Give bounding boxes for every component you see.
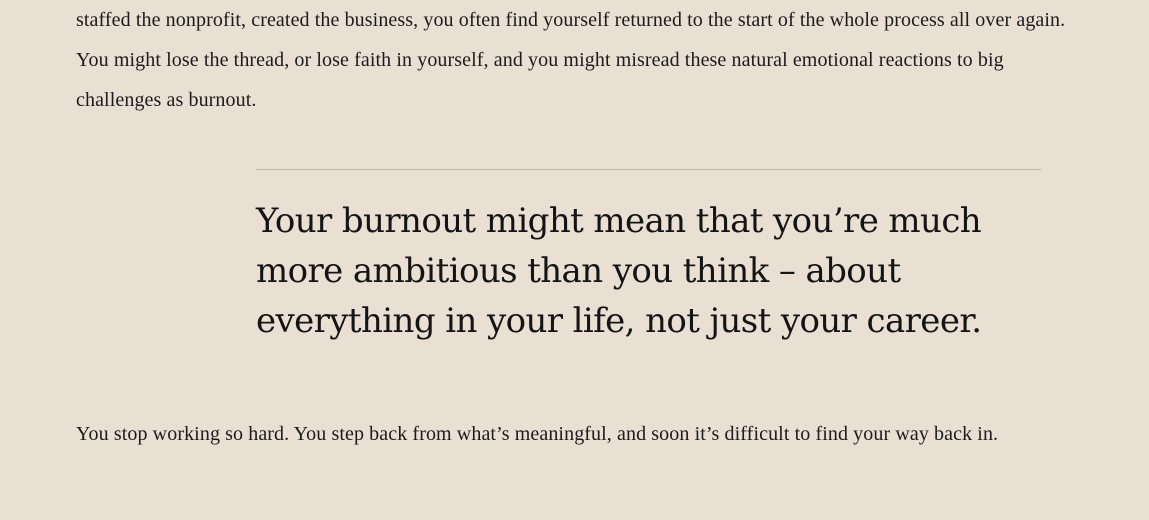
pull-quote: Your burnout might mean that you’re much…: [256, 169, 1041, 346]
article-paragraph: You stop working so hard. You step back …: [76, 423, 999, 445]
pull-quote-divider: [256, 169, 1041, 170]
pull-quote-text: Your burnout might mean that you’re much…: [256, 201, 982, 341]
article-paragraph: staffed the nonprofit, created the busin…: [76, 9, 1066, 111]
